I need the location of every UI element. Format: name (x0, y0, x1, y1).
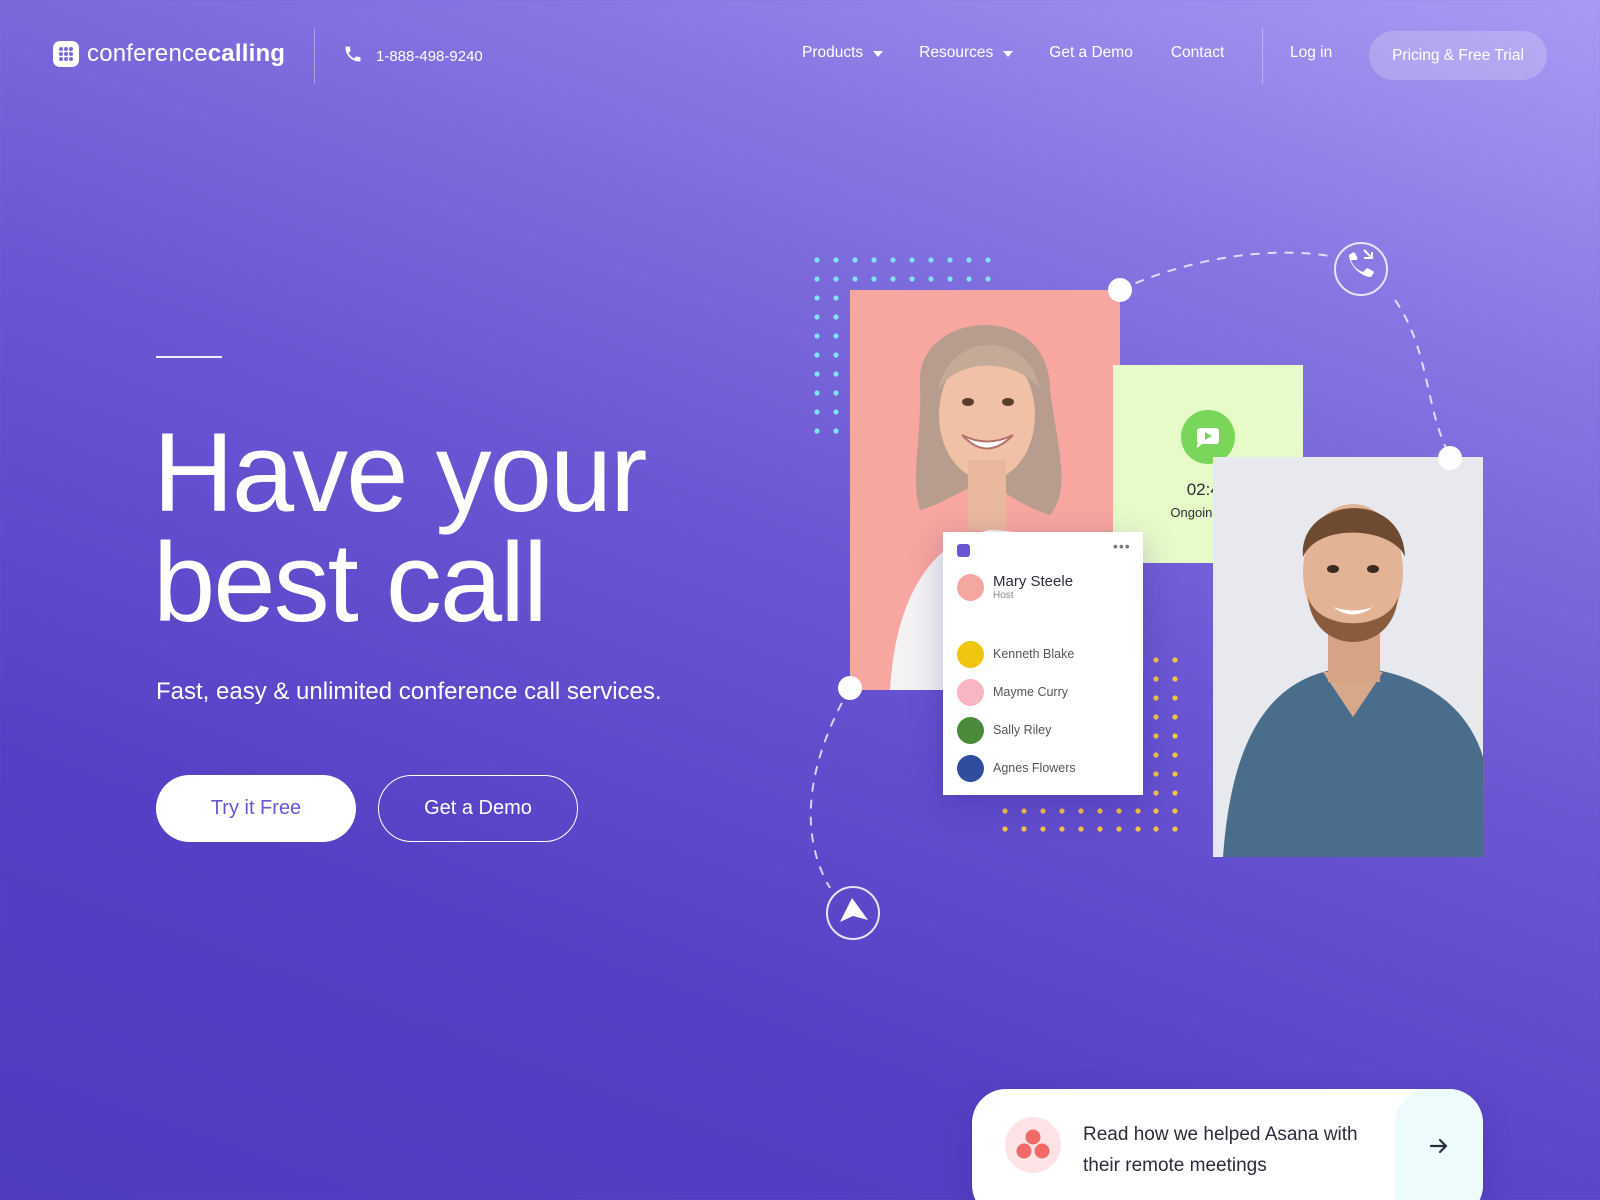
list-item[interactable]: Sally Riley (957, 711, 1076, 749)
participant-name: Kenneth Blake (993, 647, 1075, 661)
man-participant-photo (1213, 457, 1483, 857)
avatar (957, 716, 984, 744)
asana-logo-icon (1005, 1117, 1061, 1173)
arrow-right-icon (1428, 1135, 1450, 1162)
host-role: Host (993, 590, 1014, 601)
list-item[interactable]: Kenneth Blake (957, 635, 1076, 673)
case-study-text: Read how we helped Asana with their remo… (1083, 1124, 1358, 1176)
avatar (957, 754, 984, 782)
landing-page: conferencecalling 1-888-498-9240 Product… (0, 0, 1600, 1200)
participant-list: Kenneth Blake Mayme Curry Sally Riley Ag… (957, 635, 1076, 787)
case-study-link-button[interactable] (1395, 1089, 1483, 1200)
avatar (957, 640, 984, 668)
participant-name: Mayme Curry (993, 685, 1069, 699)
panel-logo-icon (957, 544, 970, 557)
participant-name: Agnes Flowers (993, 761, 1076, 775)
host-info: Mary Steele Host (993, 573, 1074, 602)
list-item[interactable]: Mayme Curry (957, 673, 1076, 711)
list-item[interactable]: Agnes Flowers (957, 749, 1076, 787)
video-camera-icon (1181, 410, 1235, 464)
avatar (957, 678, 984, 706)
host-row[interactable]: Mary Steele Host (957, 574, 1073, 601)
asana-case-study-card[interactable]: Read how we helped Asana with their remo… (972, 1089, 1483, 1200)
participants-panel: ••• Mary Steele Host Kenneth Blake Mayme… (943, 532, 1143, 795)
participant-name: Sally Riley (993, 723, 1052, 737)
avatar (957, 574, 984, 601)
more-options-icon[interactable]: ••• (1113, 538, 1131, 554)
host-name: Mary Steele (993, 573, 1074, 590)
